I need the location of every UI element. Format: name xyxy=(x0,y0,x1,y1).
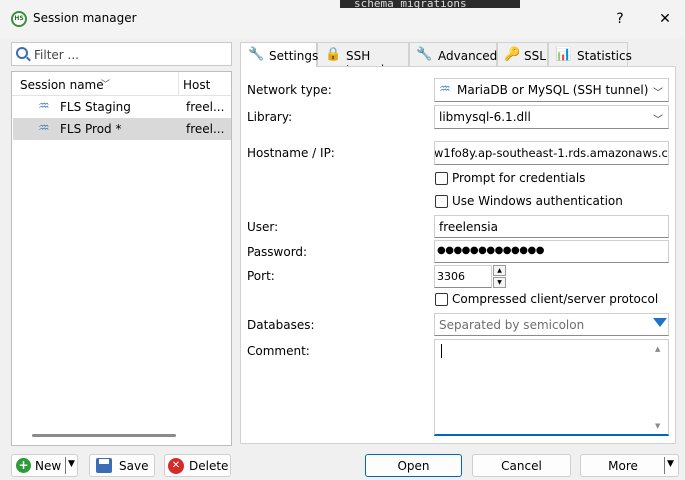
port-label: Port: xyxy=(247,269,275,283)
plus-icon: + xyxy=(16,458,31,473)
dropdown-arrow-icon[interactable] xyxy=(653,318,667,327)
tab-advanced[interactable]: 🔧 Advanced xyxy=(409,42,497,66)
comment-textarea[interactable]: ▲ ▼ xyxy=(434,339,669,436)
scroll-down-icon[interactable]: ▼ xyxy=(655,422,660,430)
databases-placeholder: Separated by semicolon xyxy=(439,318,585,332)
compressed-label: Compressed client/server protocol xyxy=(452,292,659,306)
network-type-select[interactable]: ♒ MariaDB or MySQL (SSH tunnel) ﹀ xyxy=(434,78,669,102)
scroll-up-icon[interactable]: ▲ xyxy=(655,345,660,353)
user-input[interactable]: freelensia xyxy=(434,215,669,238)
title-bar: schema migrations HS Session manager ? ✕ xyxy=(0,0,685,38)
close-button[interactable]: ✕ xyxy=(650,6,680,32)
session-manager-window: schema migrations HS Session manager ? ✕… xyxy=(0,0,685,480)
delete-button[interactable]: ✕ Delete xyxy=(164,454,231,477)
app-logo-icon: HS xyxy=(11,11,27,27)
background-window-text: schema migrations xyxy=(340,0,520,8)
delete-icon: ✕ xyxy=(168,458,184,474)
library-label: Library: xyxy=(247,110,293,124)
databases-label: Databases: xyxy=(247,318,315,332)
window-title: Session manager xyxy=(33,11,137,25)
key-icon: 🔑 xyxy=(504,47,521,62)
split-divider xyxy=(664,457,665,474)
delete-button-label: Delete xyxy=(189,459,229,473)
tab-ssl[interactable]: 🔑 SSL xyxy=(497,42,548,66)
cancel-button[interactable]: Cancel xyxy=(472,454,571,477)
tab-settings[interactable]: 🔧 Settings xyxy=(240,42,319,67)
filter-input[interactable]: Filter ... xyxy=(11,42,232,66)
port-value: 3306 xyxy=(437,270,465,283)
more-button[interactable]: More ▼ xyxy=(580,454,679,477)
wrench-orange-icon: 🔧 xyxy=(416,47,433,62)
sort-chevron-icon[interactable]: ﹀ xyxy=(101,77,110,90)
tab-label: SSL xyxy=(524,49,546,63)
wrench-icon: 🔧 xyxy=(248,47,265,62)
floppy-disk-icon xyxy=(96,458,112,473)
dolphin-icon: ♒ xyxy=(38,99,50,114)
open-button[interactable]: Open xyxy=(365,454,462,477)
session-name: FLS Staging xyxy=(60,100,131,114)
prompt-credentials-checkbox[interactable] xyxy=(435,172,448,185)
session-host: freel... xyxy=(186,100,225,114)
password-label: Password: xyxy=(247,245,308,259)
tab-ssh-tunnel[interactable]: 🔒 SSH tunnel xyxy=(317,42,409,77)
filter-placeholder: Filter ... xyxy=(34,48,79,62)
column-header-host[interactable]: Host xyxy=(183,78,210,92)
dolphin-icon: ♒ xyxy=(439,82,451,97)
lock-icon: 🔒 xyxy=(325,47,342,62)
session-name: FLS Prod * xyxy=(60,122,122,136)
network-type-value: MariaDB or MySQL (SSH tunnel) xyxy=(457,83,649,97)
save-button[interactable]: Save xyxy=(89,454,155,477)
tab-statistics[interactable]: 📊 Statistics xyxy=(548,42,632,66)
port-down-button[interactable]: ▼ xyxy=(493,277,506,288)
dolphin-icon: ♒ xyxy=(38,121,50,136)
tab-label: Statistics xyxy=(577,49,632,63)
tab-label: Advanced xyxy=(438,49,498,63)
help-button[interactable]: ? xyxy=(605,6,635,32)
windows-auth-checkbox[interactable] xyxy=(435,195,448,208)
chevron-down-icon: ﹀ xyxy=(653,88,663,99)
tree-header: Session name ﹀ Host xyxy=(12,72,231,96)
session-row-selected[interactable]: ♒ FLS Prod * freel... xyxy=(13,118,231,140)
comment-label: Comment: xyxy=(247,344,310,358)
port-up-button[interactable]: ▲ xyxy=(493,265,506,276)
compressed-checkbox[interactable] xyxy=(435,293,448,306)
caret-down-icon[interactable]: ▼ xyxy=(667,459,674,469)
session-row[interactable]: ♒ FLS Staging freel... xyxy=(13,96,231,118)
databases-input[interactable]: Separated by semicolon xyxy=(434,313,669,336)
new-button[interactable]: + New ▼ xyxy=(11,454,78,477)
more-button-label: More xyxy=(608,459,638,473)
prompt-credentials-label: Prompt for credentials xyxy=(452,171,586,185)
settings-panel: Network type: ♒ MariaDB or MySQL (SSH tu… xyxy=(240,66,676,444)
session-tree[interactable]: Session name ﹀ Host ♒ FLS Staging freel.… xyxy=(11,71,232,446)
new-button-label: New xyxy=(35,459,62,473)
bar-chart-icon: 📊 xyxy=(555,47,572,62)
open-button-label: Open xyxy=(397,459,430,473)
caret-down-icon[interactable]: ▼ xyxy=(68,459,75,469)
port-input[interactable]: 3306 xyxy=(434,265,492,288)
text-cursor xyxy=(441,344,442,358)
horizontal-scrollbar[interactable] xyxy=(32,434,176,437)
network-type-label: Network type: xyxy=(247,83,332,97)
column-separator[interactable] xyxy=(178,72,179,96)
floppy-label xyxy=(99,459,109,464)
library-select[interactable]: libmysql-6.1.dll ﹀ xyxy=(434,105,669,129)
tab-label: Settings xyxy=(269,49,319,63)
user-value: freelensia xyxy=(439,220,498,234)
search-icon xyxy=(16,47,28,59)
password-input[interactable]: ●●●●●●●●●●●●● xyxy=(434,240,669,263)
hostname-label: Hostname / IP: xyxy=(247,146,335,160)
windows-auth-label: Use Windows authentication xyxy=(452,194,623,208)
save-button-label: Save xyxy=(119,459,149,473)
session-host: freel... xyxy=(186,122,225,136)
hostname-value: w1fo8y.ap-southeast-1.rds.amazonaws.com xyxy=(434,146,669,160)
column-header-session-name[interactable]: Session name xyxy=(20,78,104,92)
user-label: User: xyxy=(247,220,279,234)
password-value: ●●●●●●●●●●●●● xyxy=(437,245,544,256)
hostname-input[interactable]: w1fo8y.ap-southeast-1.rds.amazonaws.com xyxy=(434,141,669,165)
cancel-button-label: Cancel xyxy=(501,459,542,473)
chevron-down-icon: ﹀ xyxy=(653,115,663,126)
split-divider xyxy=(65,457,66,474)
library-value: libmysql-6.1.dll xyxy=(439,110,531,124)
